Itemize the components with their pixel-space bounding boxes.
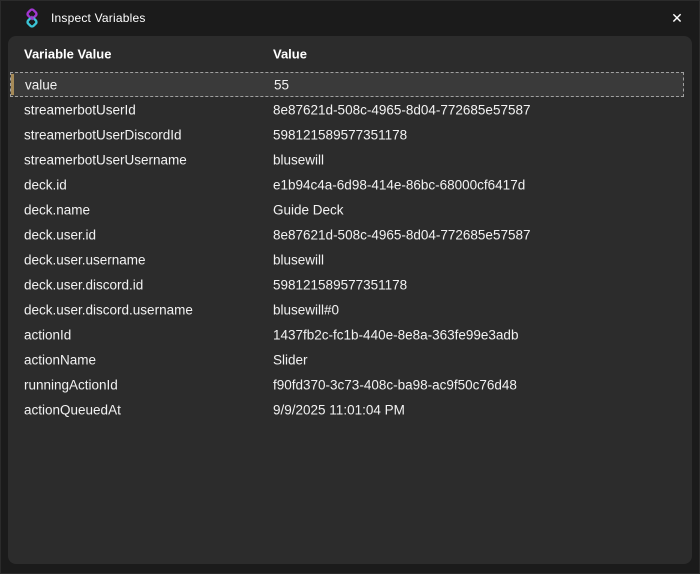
table-row[interactable]: streamerbotUserDiscordId 5981215895773511… [10, 122, 684, 147]
window-title: Inspect Variables [51, 11, 146, 25]
variable-name-cell: deck.name [24, 202, 90, 217]
variable-value-cell: 598121589577351178 [273, 277, 407, 292]
row-focus-marker [11, 74, 14, 95]
table-row[interactable]: deck.user.discord.username blusewill#0 [10, 297, 684, 322]
variable-value-cell: 8e87621d-508c-4965-8d04-772685e57587 [273, 227, 530, 242]
variable-name-cell: runningActionId [24, 377, 118, 392]
table-row[interactable]: deck.user.discord.id 598121589577351178 [10, 272, 684, 297]
table-row[interactable]: deck.id e1b94c4a-6d98-414e-86bc-68000cf64… [10, 172, 684, 197]
table-row[interactable]: actionId 1437fb2c-fc1b-440e-8e8a-363fe99e… [10, 322, 684, 347]
variable-name-cell: value [25, 77, 57, 92]
close-icon: ✕ [671, 10, 683, 27]
variable-name-cell: deck.user.username [24, 252, 146, 267]
variable-value-cell: e1b94c4a-6d98-414e-86bc-68000cf6417d [273, 177, 525, 192]
variable-value-cell: f90fd370-3c73-408c-ba98-ac9f50c76d48 [273, 377, 517, 392]
table-row[interactable]: deck.user.username blusewill [10, 247, 684, 272]
variable-value-cell: blusewill#0 [273, 302, 339, 317]
variable-value-cell: 8e87621d-508c-4965-8d04-772685e57587 [273, 102, 530, 117]
column-header-variable: Variable Value [24, 47, 111, 62]
variable-value-cell: 9/9/2025 11:01:04 PM [273, 402, 405, 417]
variable-name-cell: deck.user.discord.username [24, 302, 193, 317]
streamerbot-logo-icon [24, 8, 40, 28]
variable-name-cell: actionName [24, 352, 96, 367]
table-header: Variable Value Value [8, 36, 692, 72]
variable-value-cell: Slider [273, 352, 308, 367]
titlebar: Inspect Variables ✕ [0, 0, 700, 36]
variable-value-cell: blusewill [273, 252, 324, 267]
variable-name-cell: deck.id [24, 177, 67, 192]
table-row[interactable]: actionQueuedAt 9/9/2025 11:01:04 PM [10, 397, 684, 422]
variable-name-cell: streamerbotUserUsername [24, 152, 187, 167]
variable-value-cell: 1437fb2c-fc1b-440e-8e8a-363fe99e3adb [273, 327, 518, 342]
variable-value-cell: blusewill [273, 152, 324, 167]
variable-name-cell: streamerbotUserId [24, 102, 136, 117]
table-row[interactable]: runningActionId f90fd370-3c73-408c-ba98-a… [10, 372, 684, 397]
table-body: value 55 streamerbotUserId 8e87621d-508c-49… [10, 72, 684, 422]
variable-value-cell: Guide Deck [273, 202, 344, 217]
table-row[interactable]: streamerbotUserUsername blusewill [10, 147, 684, 172]
column-header-value: Value [273, 47, 307, 62]
variables-panel: Variable Value Value value 55 streamerbotU… [8, 36, 692, 564]
variable-name-cell: actionQueuedAt [24, 402, 121, 417]
table-row[interactable]: actionName Slider [10, 347, 684, 372]
table-row[interactable]: deck.user.id 8e87621d-508c-4965-8d04-7726… [10, 222, 684, 247]
close-button[interactable]: ✕ [654, 0, 700, 36]
table-row[interactable]: deck.name Guide Deck [10, 197, 684, 222]
variable-value-cell: 598121589577351178 [273, 127, 407, 142]
variable-name-cell: deck.user.id [24, 227, 96, 242]
variable-name-cell: actionId [24, 327, 71, 342]
variable-name-cell: deck.user.discord.id [24, 277, 143, 292]
table-row[interactable]: streamerbotUserId 8e87621d-508c-4965-8d04… [10, 97, 684, 122]
table-row[interactable]: value 55 [10, 72, 684, 97]
variable-name-cell: streamerbotUserDiscordId [24, 127, 182, 142]
variable-value-cell: 55 [274, 77, 289, 92]
inspect-variables-window: Inspect Variables ✕ Variable Value Value… [0, 0, 700, 574]
